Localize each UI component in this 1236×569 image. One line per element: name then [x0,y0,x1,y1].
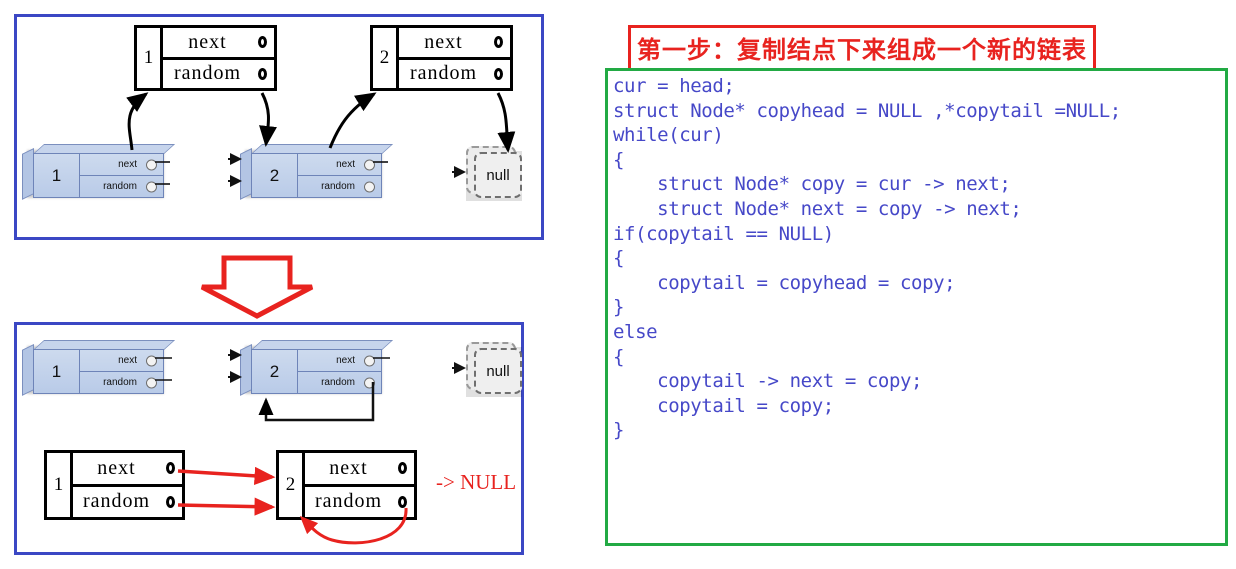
null-pointer-text: -> NULL [436,470,517,494]
null-node-label: null [474,348,522,394]
flat-node-2-bottom-next-label: next [329,456,368,479]
pointer-dot-icon [146,377,157,388]
pointer-circle-icon [398,462,407,475]
pointer-circle-icon [494,67,503,80]
blue-node-1-bottom-random-label: random [103,377,137,388]
pointer-circle-icon [166,462,175,475]
blue-node-2-top-random-row: random [298,176,381,197]
flat-node-2-top-next-row: next [399,28,510,60]
flat-node-2-top: 2 next random [370,25,513,91]
pointer-dot-icon [146,355,157,366]
flat-node-1-bottom-id: 1 [47,453,73,517]
flat-node-1-top-next-row: next [163,28,274,60]
flat-node-2-bottom-random-row: random [305,487,414,518]
flat-node-1-top-random-row: random [163,60,274,89]
blue-node-1-top-id: 1 [34,154,80,197]
blue-node-2-top-id: 2 [252,154,298,197]
flat-node-2-top-random-row: random [399,60,510,89]
blue-node-1-top-next-row: next [80,154,163,176]
blue-node-1-bottom-next-row: next [80,350,163,372]
blue-node-1-bottom-next-label: next [118,355,137,366]
pointer-circle-icon [398,495,407,508]
pointer-circle-icon [494,36,503,49]
big-down-arrow [200,255,314,319]
pointer-circle-icon [258,67,267,80]
flat-node-2-top-id: 2 [373,28,399,88]
null-node-bottom: null [462,342,524,398]
flat-node-1-top-random-label: random [173,62,242,85]
flat-node-1-bottom-next-label: next [97,456,136,479]
flat-node-2-bottom: 2 next random [276,450,417,520]
code-block: cur = head; struct Node* copyhead = NULL… [605,68,1228,546]
blue-node-1-bottom-id: 1 [34,350,80,393]
blue-node-1-bottom: 1 next random [22,340,176,396]
blue-node-2-bottom-random-label: random [321,377,355,388]
pointer-dot-icon [364,355,375,366]
flat-node-1-bottom-next-row: next [73,453,182,487]
flat-node-1-top-id: 1 [137,28,163,88]
blue-node-1-top-random-label: random [103,181,137,192]
pointer-dot-icon [146,159,157,170]
blue-node-2-bottom-next-label: next [336,355,355,366]
blue-node-2-bottom-id: 2 [252,350,298,393]
pointer-dot-icon [364,159,375,170]
blue-node-2-top: 2 next random [240,144,394,200]
blue-node-2-top-random-label: random [321,181,355,192]
pointer-dot-icon [364,181,375,192]
blue-node-2-top-next-label: next [336,159,355,170]
pointer-circle-icon [166,495,175,508]
flat-node-2-bottom-random-label: random [314,490,383,513]
blue-node-2-bottom: 2 next random [240,340,394,396]
blue-node-1-top: 1 next random [22,144,176,200]
code-text: cur = head; struct Node* copyhead = NULL… [613,75,1121,442]
flat-node-1-bottom-random-row: random [73,487,182,518]
flat-node-2-bottom-next-row: next [305,453,414,487]
pointer-circle-icon [258,36,267,49]
blue-node-1-bottom-random-row: random [80,372,163,393]
flat-node-1-bottom-random-label: random [82,490,151,513]
null-node-top: null [462,146,524,202]
flat-node-1-bottom: 1 next random [44,450,185,520]
pointer-dot-icon [146,181,157,192]
blue-node-1-top-random-row: random [80,176,163,197]
flat-node-2-top-random-label: random [409,62,478,85]
flat-node-2-bottom-id: 2 [279,453,305,517]
blue-node-2-top-next-row: next [298,154,381,176]
blue-node-1-top-next-label: next [118,159,137,170]
blue-node-2-bottom-random-row: random [298,372,381,393]
null-node-label: null [474,152,522,198]
flat-node-1-top: 1 next random [134,25,277,91]
pointer-dot-icon [364,377,375,388]
flat-node-2-top-next-label: next [424,30,463,53]
flat-node-1-top-next-label: next [188,30,227,53]
blue-node-2-bottom-next-row: next [298,350,381,372]
step-title: 第一步：复制结点下来组成一个新的链表 [628,25,1096,72]
